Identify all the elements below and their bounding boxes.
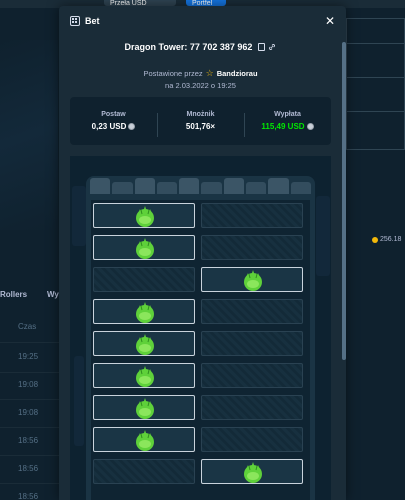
dragon-egg-icon	[136, 366, 154, 387]
game-id-line: Dragon Tower: 77 702 387 962	[59, 42, 342, 52]
close-button[interactable]: ✕	[325, 15, 335, 27]
time-cell: 19:08	[18, 380, 39, 389]
dragon-egg-icon	[136, 206, 154, 227]
tile-left	[93, 203, 195, 228]
time-cell: 18:56	[18, 436, 39, 445]
dragon-egg-icon	[136, 302, 154, 323]
dragon-egg-icon	[136, 238, 154, 259]
dragon-egg-icon	[244, 462, 262, 483]
tile-left	[93, 235, 195, 260]
tile-right	[201, 427, 303, 452]
tower-row	[93, 459, 308, 484]
tile-right	[201, 299, 303, 324]
tile-right	[201, 459, 303, 484]
tile-left	[93, 363, 195, 388]
tile-right	[201, 267, 303, 292]
dragon-egg-icon	[136, 334, 154, 355]
bet-modal: Bet ✕ Dragon Tower: 77 702 387 962 Posta…	[59, 6, 346, 500]
modal-title: Bet	[85, 16, 100, 26]
tab-rollers[interactable]: Rollers	[0, 290, 27, 299]
time-cell: 18:56	[18, 492, 39, 500]
dragon-egg-icon	[244, 270, 262, 291]
time-cell: 19:08	[18, 408, 39, 417]
time-cell: 19:25	[18, 352, 39, 361]
background-decoration	[0, 40, 58, 230]
game-board	[70, 156, 331, 500]
dragon-egg-icon	[136, 430, 154, 451]
coin-icon	[372, 236, 378, 243]
tile-left	[93, 267, 195, 292]
background-badge: 256.18	[372, 236, 401, 243]
tower-battlement	[86, 176, 315, 196]
tile-right	[201, 363, 303, 388]
tower-row	[93, 395, 308, 420]
tile-right	[201, 203, 303, 228]
tower-row	[93, 331, 308, 356]
bet-date: na 2.03.2022 o 19:25	[165, 81, 236, 90]
placed-by: Postawione przez ☆ Bandziorau	[143, 68, 258, 78]
tower-row	[93, 299, 308, 324]
tile-right	[201, 235, 303, 260]
column-header-time: Czas	[18, 322, 37, 331]
copy-icon[interactable]	[258, 43, 266, 51]
stat-payout: Wypłata 115,49 USD	[244, 111, 331, 137]
tile-right	[201, 331, 303, 356]
star-icon: ☆	[205, 68, 214, 78]
stat-bet: Postaw 0,23 USD	[70, 111, 157, 131]
link-icon[interactable]	[268, 43, 276, 51]
time-cell: 18:56	[18, 464, 39, 473]
modal-header: Bet	[59, 6, 346, 36]
scrollbar[interactable]	[342, 42, 346, 360]
tile-left	[93, 427, 195, 452]
tile-left	[93, 299, 195, 324]
tile-left	[93, 395, 195, 420]
tab-wy[interactable]: Wy	[47, 290, 59, 299]
background-panel	[346, 18, 405, 150]
tower-row	[93, 267, 308, 292]
tower-row	[93, 363, 308, 388]
coin-icon	[306, 123, 314, 130]
tower-rows	[91, 200, 310, 500]
dragon-tower	[86, 176, 315, 500]
bet-icon	[70, 16, 80, 26]
game-id: Dragon Tower: 77 702 387 962	[124, 42, 253, 52]
username-link[interactable]: Bandziorau	[217, 69, 258, 78]
dragon-egg-icon	[136, 398, 154, 419]
tower-row	[93, 427, 308, 452]
tile-left	[93, 331, 195, 356]
stat-multiplier: Mnożnik 501,76×	[157, 111, 244, 137]
tile-right	[201, 395, 303, 420]
tower-row	[93, 203, 308, 228]
tower-row	[93, 235, 308, 260]
tile-left	[93, 459, 195, 484]
coin-icon	[128, 123, 136, 130]
bet-stats: Postaw 0,23 USD Mnożnik 501,76× Wypłata …	[70, 97, 331, 145]
